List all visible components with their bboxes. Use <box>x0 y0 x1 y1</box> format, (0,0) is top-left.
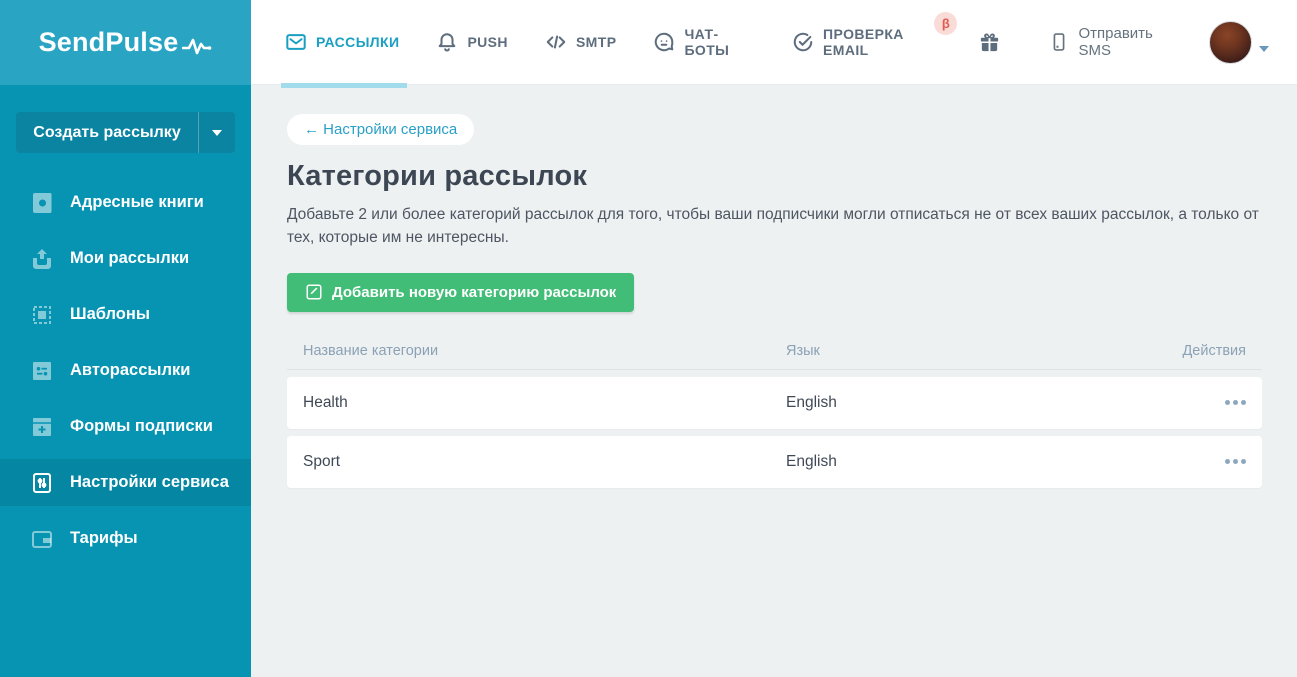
envelope-icon <box>285 31 307 53</box>
form-icon <box>30 415 54 439</box>
tab-label: ЧАТ-БОТЫ <box>684 26 755 58</box>
tab-smtp[interactable]: SMTP <box>545 0 617 85</box>
page-title: Категории рассылок <box>287 160 1262 193</box>
column-header-name: Название категории <box>303 343 786 359</box>
chatbot-icon <box>653 31 675 53</box>
check-circle-icon <box>792 31 814 53</box>
app-window: SendPulse Создать рассылку <box>0 0 1297 677</box>
page-description: Добавьте 2 или более категорий рассылок … <box>287 203 1262 250</box>
address-book-icon <box>30 191 54 215</box>
create-campaign-button[interactable]: Создать рассылку <box>16 112 235 153</box>
tab-label: SMTP <box>576 34 617 50</box>
gift-icon <box>978 31 1001 54</box>
category-name: Sport <box>303 453 786 471</box>
tab-label: ПРОВЕРКА EMAIL <box>823 26 941 58</box>
logo[interactable]: SendPulse <box>0 0 251 85</box>
tab-email-verification[interactable]: ПРОВЕРКА EMAIL β <box>792 0 941 85</box>
sidebar-nav: Адресные книги Мои рассылки <box>0 179 251 571</box>
phone-icon <box>1049 32 1069 52</box>
avatar[interactable] <box>1209 21 1252 64</box>
chevron-down-icon <box>212 130 222 136</box>
sidebar-item-pricing[interactable]: Тарифы <box>0 515 251 562</box>
create-campaign-dropdown[interactable] <box>198 112 235 153</box>
table-row: Health English <box>287 377 1262 429</box>
category-language: English <box>786 394 1166 412</box>
row-actions-menu-button[interactable] <box>1166 394 1246 411</box>
account-menu[interactable] <box>1209 21 1269 64</box>
add-category-label: Добавить новую категорию рассылок <box>332 284 616 301</box>
sidebar-item-label: Авторассылки <box>70 361 190 380</box>
stamp-icon <box>30 303 54 327</box>
chevron-down-icon <box>1259 46 1269 52</box>
beta-badge: β <box>934 12 957 35</box>
add-category-button[interactable]: Добавить новую категорию рассылок <box>287 273 634 312</box>
sidebar-item-label: Настройки сервиса <box>70 473 229 492</box>
sidebar-item-label: Мои рассылки <box>70 249 189 268</box>
tab-label: PUSH <box>467 34 508 50</box>
sidebar: SendPulse Создать рассылку <box>0 0 251 677</box>
send-sms-label: Отправить SMS <box>1078 25 1179 59</box>
send-sms-button[interactable]: Отправить SMS <box>1049 25 1179 59</box>
autoresponder-icon <box>30 359 54 383</box>
sidebar-item-label: Адресные книги <box>70 193 204 212</box>
tab-push[interactable]: PUSH <box>436 0 508 85</box>
category-name: Health <box>303 394 786 412</box>
sidebar-item-label: Формы подписки <box>70 417 213 436</box>
edit-icon <box>305 283 323 301</box>
sidebar-item-templates[interactable]: Шаблоны <box>0 291 251 338</box>
main-content: ← Настройки сервиса Категории рассылок Д… <box>251 85 1297 677</box>
table-header: Название категории Язык Действия <box>287 333 1262 370</box>
row-actions-menu-button[interactable] <box>1166 453 1246 470</box>
logo-text: SendPulse <box>39 27 179 58</box>
code-icon <box>545 31 567 53</box>
tab-chatbots[interactable]: ЧАТ-БОТЫ <box>653 0 755 85</box>
bell-icon <box>436 31 458 53</box>
breadcrumb-back-link[interactable]: ← Настройки сервиса <box>287 114 474 145</box>
column-header-language: Язык <box>786 343 1166 359</box>
tab-campaigns[interactable]: РАССЫЛКИ <box>285 0 399 85</box>
sidebar-item-autoresponders[interactable]: Авторассылки <box>0 347 251 394</box>
sidebar-item-label: Шаблоны <box>70 305 150 324</box>
pulse-icon <box>182 38 212 56</box>
tab-label: РАССЫЛКИ <box>316 34 399 50</box>
gift-button[interactable] <box>978 30 1001 54</box>
sidebar-item-subscription-forms[interactable]: Формы подписки <box>0 403 251 450</box>
column-header-actions: Действия <box>1166 343 1246 359</box>
sliders-icon <box>30 471 54 495</box>
sidebar-item-service-settings[interactable]: Настройки сервиса <box>0 459 251 506</box>
wallet-icon <box>30 527 54 551</box>
create-campaign-label[interactable]: Создать рассылку <box>16 112 198 153</box>
right-pane: РАССЫЛКИ PUSH <box>251 0 1297 677</box>
sidebar-item-address-books[interactable]: Адресные книги <box>0 179 251 226</box>
top-navigation: РАССЫЛКИ PUSH <box>251 0 1297 85</box>
category-language: English <box>786 453 1166 471</box>
send-tray-icon <box>30 247 54 271</box>
categories-table: Название категории Язык Действия Health … <box>287 333 1262 488</box>
table-row: Sport English <box>287 436 1262 488</box>
sidebar-item-my-campaigns[interactable]: Мои рассылки <box>0 235 251 282</box>
sidebar-item-label: Тарифы <box>70 529 138 548</box>
